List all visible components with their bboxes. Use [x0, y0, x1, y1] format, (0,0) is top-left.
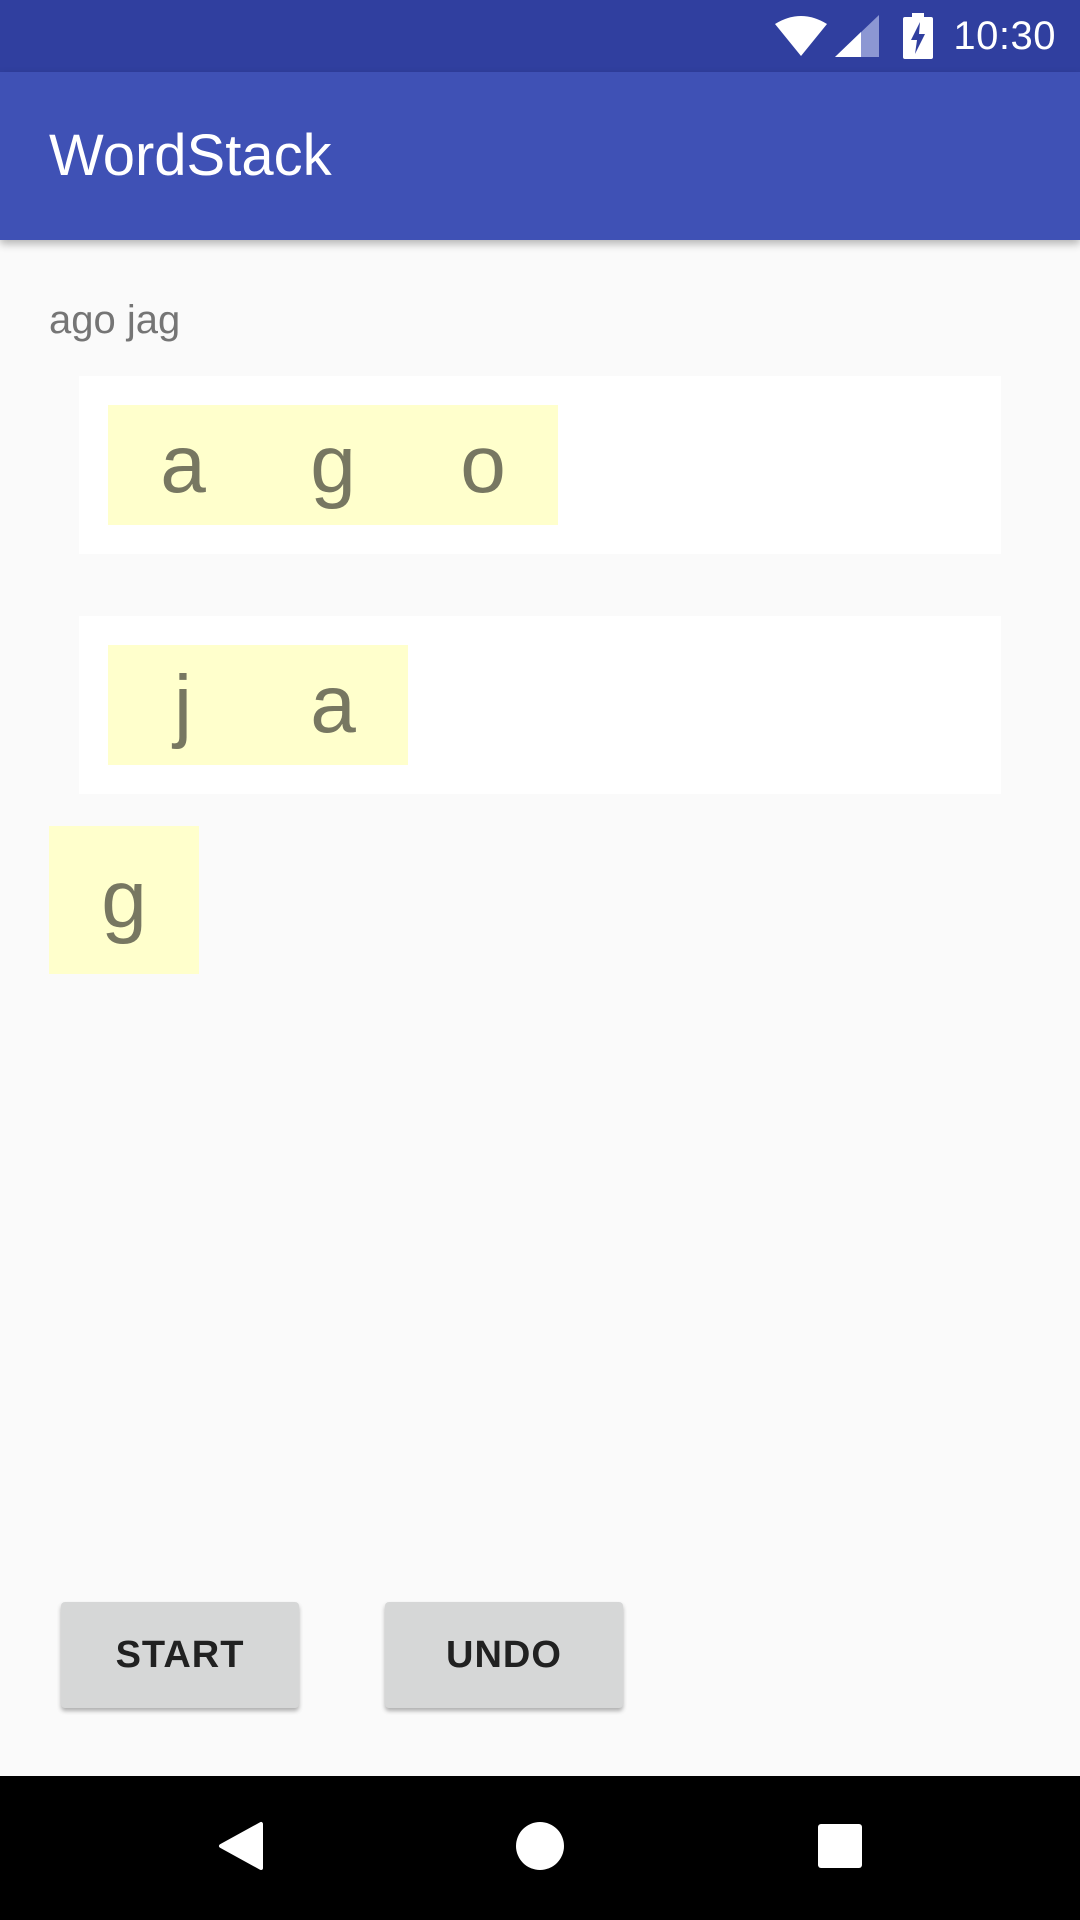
battery-charging-icon: [903, 13, 934, 59]
word-stack-1[interactable]: a g o: [79, 376, 1001, 554]
recents-icon: [817, 1823, 863, 1874]
word-stack-2[interactable]: j a: [79, 616, 1001, 794]
letter-tile[interactable]: g: [258, 405, 408, 525]
letter-tile[interactable]: o: [408, 405, 558, 525]
cell-signal-icon: [835, 15, 880, 57]
home-button[interactable]: [470, 1776, 610, 1920]
wifi-icon: [773, 16, 829, 56]
letter-tile[interactable]: a: [108, 405, 258, 525]
status-time: 10:30: [953, 13, 1056, 58]
letter-tile[interactable]: j: [108, 645, 258, 765]
target-words-text: ago jag: [49, 298, 181, 342]
scrambled-tiles: g: [49, 826, 199, 974]
status-icons: 10:30: [773, 0, 1056, 72]
start-button[interactable]: START: [61, 1602, 299, 1708]
recents-button[interactable]: [770, 1776, 910, 1920]
stack-1-tiles: a g o: [108, 405, 558, 525]
status-bar: 10:30: [0, 0, 1080, 72]
app-bar: WordStack: [0, 72, 1080, 240]
letter-tile[interactable]: a: [258, 645, 408, 765]
back-icon: [217, 1821, 263, 1876]
navigation-bar: [0, 1776, 1080, 1920]
stack-2-tiles: j a: [108, 645, 408, 765]
undo-button[interactable]: UNDO: [385, 1602, 623, 1708]
home-icon: [515, 1821, 565, 1876]
back-button[interactable]: [170, 1776, 310, 1920]
app-title: WordStack: [49, 123, 332, 188]
scrambled-letter-tile[interactable]: g: [49, 826, 199, 974]
